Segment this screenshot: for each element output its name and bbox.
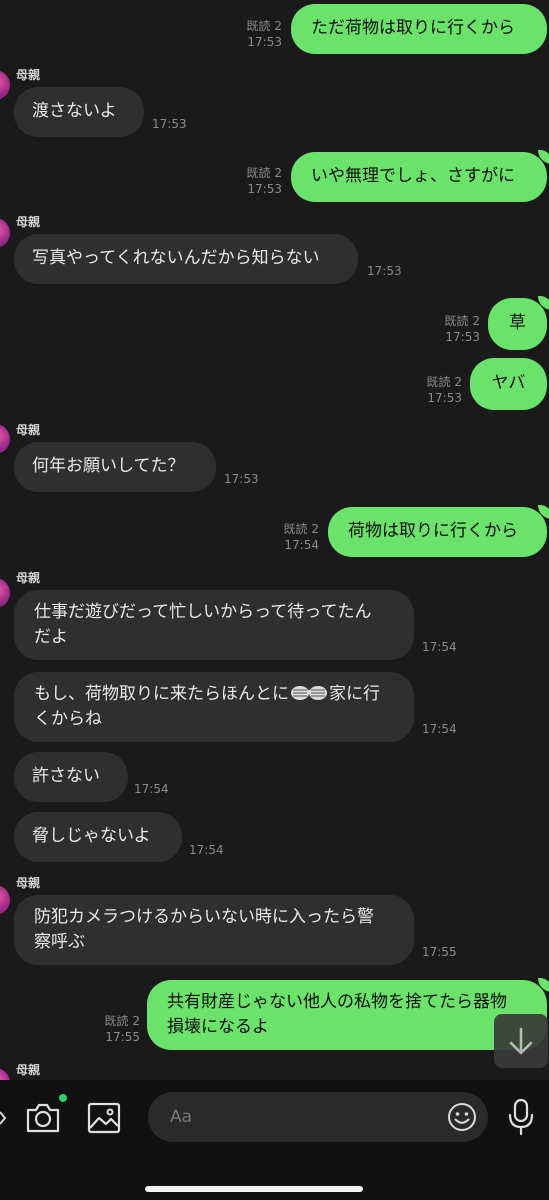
message-text: ヤバ [491,373,526,393]
sender-name: 母親 [16,876,41,890]
message-text-line: だよ [34,627,68,647]
incoming-message[interactable]: 渡さないよ [14,87,144,137]
message-time: 17:53 [367,264,402,278]
message-meta: 既読 2 17:53 [432,313,480,345]
home-indicator[interactable] [145,1186,363,1192]
message-text: いや無理でしょ、さすがに [311,166,515,186]
read-receipt: 既読 2 [246,166,282,180]
avatar[interactable] [0,885,10,915]
incoming-message[interactable]: 防犯カメラつけるからいない時に入ったら警 察呼ぶ [14,895,414,965]
chat-area[interactable]: 既読 2 17:53 ただ荷物は取りに行くから 母親 渡さないよ 17:53 既… [0,0,549,1080]
camera-icon [26,1103,60,1133]
outgoing-message[interactable]: 草 [488,298,547,350]
message-meta: 既読 2 17:53 [414,374,462,406]
incoming-message[interactable]: 脅しじゃないよ [14,812,182,862]
message-text-line: 損壊になるよ [167,1017,269,1037]
message-time: 17:53 [427,391,462,405]
message-text-line: もし、荷物取りに来たらほんとに 家に行 [34,682,394,707]
message-text-part: もし、荷物取りに来たらほんとに [34,684,289,704]
incoming-message[interactable]: 何年お願いしてた？ [14,442,216,492]
message-text: 草 [509,313,526,333]
avatar[interactable] [0,218,10,248]
message-time: 17:54 [284,538,319,552]
message-time: 17:54 [189,843,224,857]
message-text: 荷物は取りに行くから [348,521,518,541]
message-time: 17:53 [247,182,282,196]
message-text-line: 察呼ぶ [34,932,85,952]
message-text-line: 仕事だ遊びだって忙しいからって待ってたん [34,602,372,622]
read-receipt: 既読 2 [104,1014,140,1028]
incoming-message[interactable]: 仕事だ遊びだって忙しいからって待ってたん だよ [14,590,414,660]
message-time: 17:54 [422,722,457,736]
outgoing-message[interactable]: ただ荷物は取りに行くから [291,4,547,54]
incoming-message[interactable]: もし、荷物取りに来たらほんとに 家に行 くからね [14,672,414,742]
message-time: 17:55 [422,945,457,959]
scroll-to-bottom-button[interactable] [494,1014,548,1068]
message-input[interactable] [148,1092,488,1142]
sender-name: 母親 [16,571,41,585]
message-meta: 既読 2 17:53 [234,165,282,197]
arrow-down-icon [509,1027,533,1055]
message-meta: 既読 2 17:53 [236,18,282,50]
message-text: 許さない [32,766,100,786]
message-time: 17:54 [134,782,169,796]
message-text-line: 防犯カメラつけるからいない時に入ったら警 [34,907,374,927]
avatar[interactable] [0,70,10,100]
message-time: 17:53 [247,35,282,49]
message-time: 17:55 [105,1030,140,1044]
outgoing-message[interactable]: 荷物は取りに行くから [328,507,547,557]
emoji-icon[interactable] [446,1101,478,1133]
message-text-line: 共有財産じゃない他人の私物を捨てたら器物 [167,992,507,1012]
outgoing-message[interactable]: ヤバ [470,358,547,410]
message-text: 渡さないよ [32,101,117,121]
message-text: 写真やってくれないんだから知らない [32,248,320,268]
message-meta: 既読 2 17:54 [271,521,319,553]
message-text: 何年お願いしてた？ [32,456,185,476]
message-text: 脅しじゃないよ [32,826,151,846]
incoming-message[interactable]: 許さない [14,752,128,802]
message-time: 17:53 [445,330,480,344]
expand-menu-icon[interactable] [0,1108,8,1128]
message-text-line: くからね [34,709,102,729]
avatar[interactable] [0,1068,10,1080]
camera-button[interactable] [24,1094,67,1136]
sunglasses-emoji-icon [291,686,327,700]
sender-name: 母親 [16,1063,41,1077]
read-receipt: 既読 2 [246,19,282,33]
avatar[interactable] [0,424,10,454]
message-meta: 既読 2 17:55 [92,1013,140,1045]
outgoing-message[interactable]: 共有財産じゃない他人の私物を捨てたら器物 損壊になるよ [147,980,547,1050]
message-text-part: 家に行 [329,684,380,704]
image-icon[interactable] [86,1101,122,1135]
incoming-message[interactable]: 写真やってくれないんだから知らない [14,234,358,284]
sender-name: 母親 [16,215,41,229]
message-text: ただ荷物は取りに行くから [311,18,515,38]
message-time: 17:53 [224,472,259,486]
message-time: 17:54 [422,640,457,654]
read-receipt: 既読 2 [283,522,319,536]
new-indicator-dot [59,1094,67,1102]
read-receipt: 既読 2 [444,314,480,328]
sender-name: 母親 [16,68,41,82]
outgoing-message[interactable]: いや無理でしょ、さすがに [291,152,547,202]
avatar[interactable] [0,578,10,608]
mic-icon[interactable] [506,1097,536,1137]
message-time: 17:53 [152,117,187,131]
read-receipt: 既読 2 [426,375,462,389]
sender-name: 母親 [16,423,41,437]
